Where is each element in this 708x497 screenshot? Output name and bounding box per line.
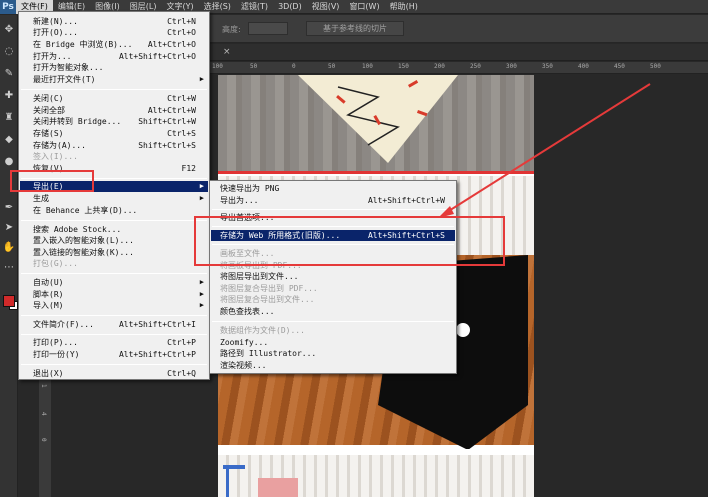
ruler-tick: 150 xyxy=(398,63,409,70)
menu-item-check-in: 签入(I)... xyxy=(33,152,78,161)
menu-3d[interactable]: 3D(D) xyxy=(273,0,307,14)
foreground-color-swatch[interactable] xyxy=(3,295,15,307)
menu-view[interactable]: 视图(V) xyxy=(307,0,345,14)
menu-item-package: 打包(G)... xyxy=(33,259,78,268)
ruler-tick: 50 xyxy=(250,63,258,70)
photo-chair xyxy=(223,465,298,497)
ruler-tick: 4 xyxy=(40,412,47,416)
submenu-arrow-icon: ▶ xyxy=(199,301,204,309)
menu-filter[interactable]: 滤镜(T) xyxy=(236,0,273,14)
menu-item-open[interactable]: 打开(O)... Ctrl+O xyxy=(20,27,208,38)
menu-item-print-one[interactable]: 打印一份(Y) Alt+Shift+Ctrl+P xyxy=(20,349,208,360)
menu-item-open-smart-object[interactable]: 打开为智能对象... xyxy=(20,62,208,73)
eraser-tool-icon[interactable]: ◆ xyxy=(2,133,16,147)
export-submenu: 快速导出为 PNG 导出为... Alt+Shift+Ctrl+W 导出首选项..… xyxy=(209,180,457,374)
ruler-tick: 0 xyxy=(40,438,47,442)
photoshop-logo: Ps xyxy=(0,0,16,14)
ruler-tick: 1 xyxy=(40,384,47,388)
ruler-tick: 100 xyxy=(362,63,373,70)
menu-item-close[interactable]: 关闭(C) Ctrl+W xyxy=(20,93,208,104)
submenu-item-paths-illustrator[interactable]: 路径到 Illustrator... xyxy=(211,348,455,359)
submenu-arrow-icon: ▶ xyxy=(199,182,204,190)
menu-item-file-info[interactable]: 文件简介(F)... Alt+Shift+Ctrl+I xyxy=(20,319,208,330)
menu-item-save-as[interactable]: 存储为(A)... Shift+Ctrl+S xyxy=(20,140,208,151)
menu-item-place-embedded[interactable]: 置入嵌入的智能对象(L)... xyxy=(20,235,208,246)
height-label: 高度: xyxy=(222,25,241,34)
menu-help[interactable]: 帮助(H) xyxy=(385,0,423,14)
menu-item-print[interactable]: 打印(P)... Ctrl+P xyxy=(20,337,208,348)
ruler-tick: 100 xyxy=(212,63,223,70)
ruler-tick: 200 xyxy=(434,63,445,70)
close-tab-icon[interactable]: × xyxy=(223,47,231,57)
slices-from-guides-button[interactable]: 基于参考线的切片 xyxy=(306,21,404,36)
ruler-tick: 0 xyxy=(292,63,296,70)
menu-separator xyxy=(212,209,454,210)
menu-item-import[interactable]: 导入(M) ▶ xyxy=(20,300,208,311)
brush-tool-icon[interactable]: ✎ xyxy=(2,67,16,81)
stamp-tool-icon[interactable]: ♜ xyxy=(2,111,16,125)
menu-separator xyxy=(21,364,207,365)
menu-window[interactable]: 窗口(W) xyxy=(344,0,384,14)
ruler-tick: 250 xyxy=(470,63,481,70)
submenu-item-data-sets: 数据组作为文件(D)... xyxy=(220,326,305,335)
move-tool-icon[interactable]: ✥ xyxy=(2,23,16,37)
photo-rug xyxy=(298,75,458,163)
submenu-item-comps-to-pdf: 将图层复合导出到 PDF... xyxy=(220,284,318,293)
menu-item-place-linked[interactable]: 置入链接的智能对象(K)... xyxy=(20,247,208,258)
ruler-horizontal: 100 50 0 50 100 150 200 250 300 350 400 … xyxy=(210,62,708,74)
submenu-arrow-icon: ▶ xyxy=(199,278,204,286)
submenu-item-layers-to-files[interactable]: 将图层导出到文件... xyxy=(211,271,455,282)
submenu-item-comps-to-files: 将图层复合导出到文件... xyxy=(220,295,315,304)
menu-item-close-all[interactable]: 关闭全部 Alt+Ctrl+W xyxy=(20,105,208,116)
selection-tool-icon[interactable]: ➤ xyxy=(2,221,16,235)
submenu-arrow-icon: ▶ xyxy=(199,290,204,298)
ruler-tick: 350 xyxy=(542,63,553,70)
menu-item-search-adobe-stock[interactable]: 搜索 Adobe Stock... xyxy=(20,224,208,235)
menu-separator xyxy=(212,321,454,322)
submenu-arrow-icon: ▶ xyxy=(199,194,204,202)
menu-item-exit[interactable]: 退出(X) Ctrl+Q xyxy=(20,368,208,379)
pen-tool-icon[interactable]: ✒ xyxy=(2,201,16,215)
hand-tool-icon[interactable]: ✋ xyxy=(2,241,16,255)
menu-separator xyxy=(21,273,207,274)
menu-item-save[interactable]: 存储(S) Ctrl+S xyxy=(20,128,208,139)
ruler-tick: 50 xyxy=(328,63,336,70)
menu-item-close-go-bridge[interactable]: 关闭并转到 Bridge... Shift+Ctrl+W xyxy=(20,116,208,127)
ruler-tick: 400 xyxy=(578,63,589,70)
height-input[interactable] xyxy=(248,22,288,35)
ruler-tick: 300 xyxy=(506,63,517,70)
file-menu-dropdown: 新建(N)... Ctrl+N 打开(O)... Ctrl+O 在 Bridge 中… xyxy=(18,11,210,380)
menu-item-open-as[interactable]: 打开为... Alt+Shift+Ctrl+O xyxy=(20,51,208,62)
submenu-arrow-icon: ▶ xyxy=(199,75,204,83)
blur-tool-icon[interactable]: ● xyxy=(2,155,16,169)
photo-divider xyxy=(218,171,534,174)
submenu-item-quick-export-png[interactable]: 快速导出为 PNG xyxy=(211,183,455,194)
annotation-box-export xyxy=(10,170,94,192)
submenu-item-render-video[interactable]: 渲染视频... xyxy=(211,360,455,371)
ruler-vertical: 1 4 0 xyxy=(39,380,51,497)
ruler-tick: 450 xyxy=(614,63,625,70)
menu-item-automate[interactable]: 自动(U) ▶ xyxy=(20,277,208,288)
menu-item-generate[interactable]: 生成 ▶ xyxy=(20,193,208,204)
more-tools-icon[interactable]: ⋯ xyxy=(2,261,16,275)
menu-item-scripts[interactable]: 脚本(R) ▶ xyxy=(20,289,208,300)
menu-separator xyxy=(21,220,207,221)
menu-item-browse-bridge[interactable]: 在 Bridge 中浏览(B)... Alt+Ctrl+O xyxy=(20,39,208,50)
tools-panel: ✥ ◌ ✎ ✚ ♜ ◆ ● ✒ ➤ ✋ ⋯ xyxy=(0,15,18,497)
submenu-item-color-lookup[interactable]: 颜色查找表... xyxy=(211,306,455,317)
menu-separator xyxy=(21,315,207,316)
healing-tool-icon[interactable]: ✚ xyxy=(2,89,16,103)
annotation-box-save-for-web xyxy=(194,216,505,266)
document-tab[interactable]: × xyxy=(210,44,708,61)
menu-separator xyxy=(21,334,207,335)
submenu-item-zoomify[interactable]: Zoomify... xyxy=(211,337,455,348)
lasso-tool-icon[interactable]: ◌ xyxy=(2,45,16,59)
menu-separator xyxy=(21,89,207,90)
menu-item-new[interactable]: 新建(N)... Ctrl+N xyxy=(20,16,208,27)
submenu-item-export-as[interactable]: 导出为... Alt+Shift+Ctrl+W xyxy=(211,195,455,206)
menu-item-recent-files[interactable]: 最近打开文件(T) ▶ xyxy=(20,74,208,85)
ruler-tick: 500 xyxy=(650,63,661,70)
menu-item-share-behance[interactable]: 在 Behance 上共享(D)... xyxy=(20,205,208,216)
